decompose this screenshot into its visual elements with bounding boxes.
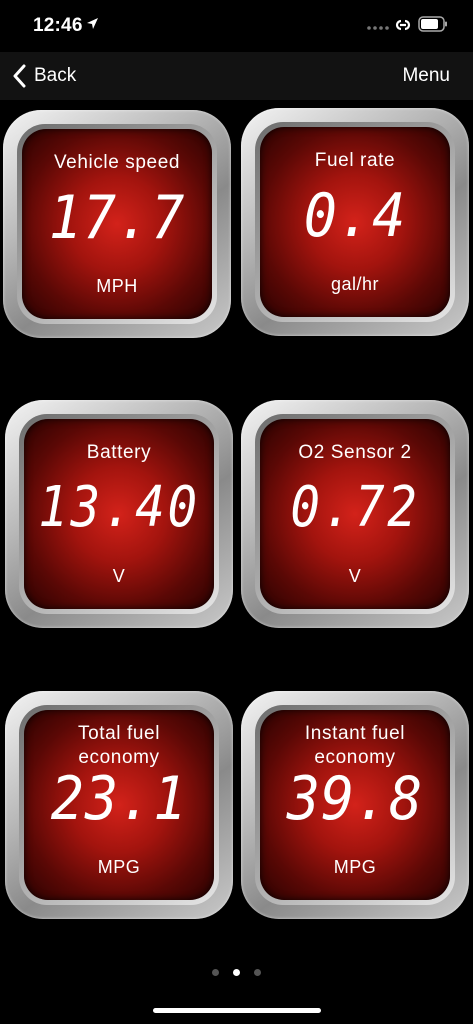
gauge-unit: MPH bbox=[96, 276, 138, 296]
gauge-face: Total fuel economy 23.1 MPG bbox=[24, 710, 214, 900]
gauge-face: O2 Sensor 2 0.72 V bbox=[260, 419, 450, 609]
home-indicator[interactable] bbox=[153, 1008, 321, 1013]
cellular-signal-icon bbox=[367, 26, 389, 30]
gauge-bezel: Battery 13.40 V bbox=[19, 414, 219, 614]
page-indicator[interactable] bbox=[0, 969, 473, 976]
gauge-label: Instant fuel economy bbox=[304, 723, 406, 768]
gauge-label: Vehicle speed bbox=[53, 152, 181, 173]
status-time: 12:46 bbox=[33, 15, 83, 36]
gauge-unit: gal/hr bbox=[330, 274, 380, 294]
chevron-left-icon bbox=[13, 64, 26, 88]
gauge-bezel: Vehicle speed 17.7 MPH bbox=[17, 124, 217, 324]
gauge-value: 13.40 bbox=[38, 475, 200, 540]
gauge-battery[interactable]: Battery 13.40 V bbox=[5, 400, 233, 628]
gauge-instant-fuel-economy[interactable]: Instant fuel economy 39.8 MPG bbox=[241, 691, 469, 919]
gauge-label: Fuel rate bbox=[314, 150, 396, 171]
gauge-bezel: Fuel rate 0.4 gal/hr bbox=[255, 122, 455, 322]
back-button[interactable]: Back bbox=[12, 62, 76, 90]
gauge-unit: V bbox=[348, 566, 362, 586]
gauge-bezel: Instant fuel economy 39.8 MPG bbox=[255, 705, 455, 905]
gauge-label: Battery bbox=[86, 442, 152, 463]
gauge-bezel: O2 Sensor 2 0.72 V bbox=[255, 414, 455, 614]
location-arrow-icon bbox=[87, 18, 98, 29]
gauge-bezel: Total fuel economy 23.1 MPG bbox=[19, 705, 219, 905]
menu-button[interactable]: Menu bbox=[402, 65, 450, 87]
page-dot-2-active[interactable] bbox=[233, 969, 240, 976]
gauge-label: Total fuel economy bbox=[77, 723, 161, 768]
screen: 12:46 Back Menu Vehicle speed 17.7 MPH F… bbox=[0, 0, 473, 1024]
page-dot-1[interactable] bbox=[212, 969, 219, 976]
gauge-value: 39.8 bbox=[286, 764, 424, 834]
gauge-unit: MPG bbox=[97, 857, 141, 877]
navigation-bar: Back Menu bbox=[0, 52, 473, 100]
gauge-value: 0.72 bbox=[290, 475, 420, 540]
gauge-unit: MPG bbox=[333, 857, 377, 877]
back-label: Back bbox=[34, 65, 77, 86]
gauge-label: O2 Sensor 2 bbox=[298, 442, 412, 463]
page-dot-3[interactable] bbox=[254, 969, 261, 976]
gauge-value: 0.4 bbox=[303, 181, 407, 251]
gauge-unit: V bbox=[112, 566, 126, 586]
gauge-face: Battery 13.40 V bbox=[24, 419, 214, 609]
battery-icon bbox=[418, 16, 447, 32]
gauge-value: 17.7 bbox=[48, 183, 186, 253]
gauge-value: 23.1 bbox=[50, 764, 188, 834]
link-icon bbox=[395, 19, 411, 31]
gauge-o2-sensor-2[interactable]: O2 Sensor 2 0.72 V bbox=[241, 400, 469, 628]
gauge-face: Vehicle speed 17.7 MPH bbox=[22, 129, 212, 319]
gauge-face: Fuel rate 0.4 gal/hr bbox=[260, 127, 450, 317]
gauge-total-fuel-economy[interactable]: Total fuel economy 23.1 MPG bbox=[5, 691, 233, 919]
status-bar: 12:46 bbox=[0, 0, 473, 52]
gauge-fuel-rate[interactable]: Fuel rate 0.4 gal/hr bbox=[241, 108, 469, 336]
gauge-vehicle-speed[interactable]: Vehicle speed 17.7 MPH bbox=[3, 110, 231, 338]
gauge-face: Instant fuel economy 39.8 MPG bbox=[260, 710, 450, 900]
